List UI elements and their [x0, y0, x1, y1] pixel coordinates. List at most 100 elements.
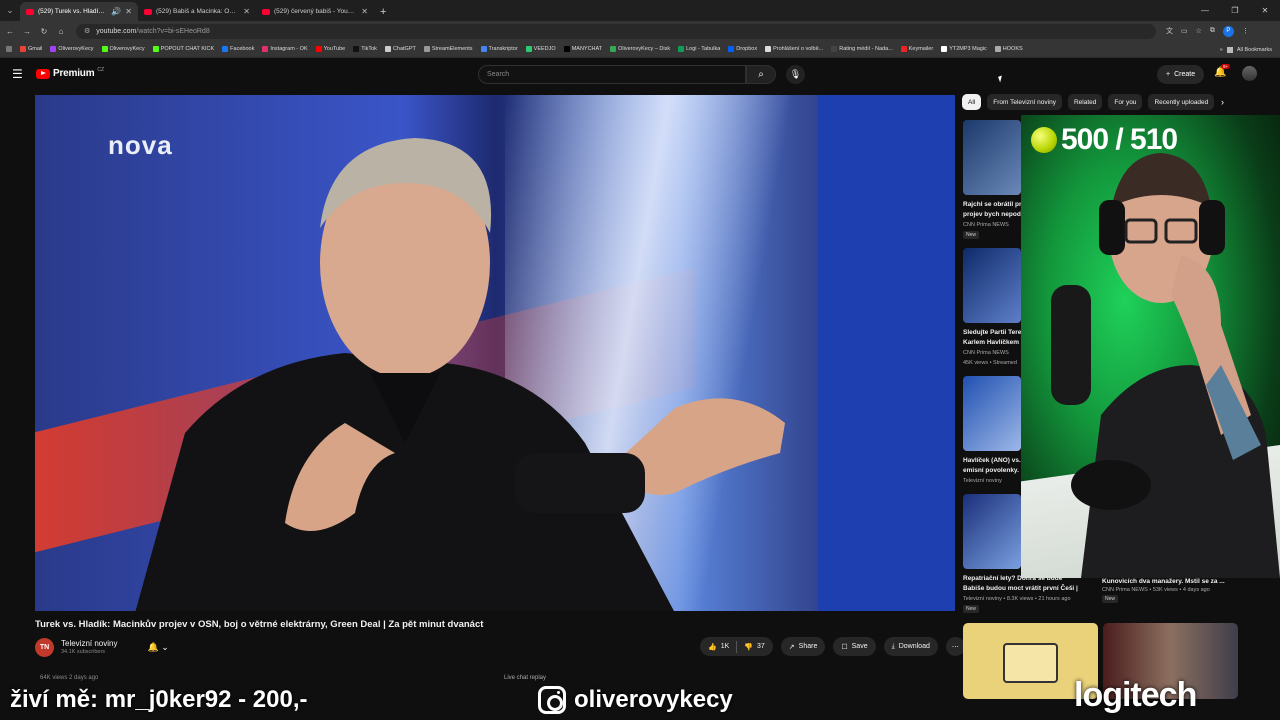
- minimize-icon[interactable]: —: [1190, 0, 1220, 21]
- bookmark-item[interactable]: ChatGPT: [384, 46, 416, 52]
- star-icon[interactable]: ☆: [1196, 27, 1202, 35]
- restore-icon[interactable]: ❐: [1220, 0, 1250, 21]
- bookmark-item[interactable]: Transkriptor: [480, 46, 518, 52]
- all-bookmarks[interactable]: » All Bookmarks: [1213, 41, 1272, 57]
- all-bookmarks-label: All Bookmarks: [1236, 46, 1272, 53]
- browser-tab-2[interactable]: (529) Babiš a Macinka: Opatřen ✕: [138, 2, 256, 21]
- rec-channel[interactable]: CNN Prima NEWS: [963, 350, 1009, 356]
- bookmark-item[interactable]: Gmail: [20, 46, 42, 52]
- bookmark-item[interactable]: HOOKS: [994, 46, 1023, 52]
- new-tab-icon[interactable]: +: [374, 2, 392, 21]
- bookmark-item[interactable]: Instagram - OK: [262, 46, 308, 52]
- chip-related[interactable]: Related: [1067, 94, 1103, 110]
- cast-icon[interactable]: ▭: [1181, 27, 1188, 35]
- bookmark-item[interactable]: POPOUT CHAT KICK: [152, 46, 214, 52]
- dislike-icon[interactable]: 👎: [744, 643, 753, 651]
- bookmark-label: OliverovyKecy: [109, 46, 145, 52]
- bookmark-item[interactable]: OliverovyKecy: [50, 46, 94, 52]
- youtube-logo[interactable]: Premium CZ: [36, 67, 104, 79]
- url-field[interactable]: ⚙ youtube.com/watch?v=bi-sEHeoRd8: [76, 23, 1156, 39]
- search-icon[interactable]: ⌕: [746, 65, 776, 84]
- like-icon[interactable]: 👍: [708, 643, 717, 651]
- apps-icon[interactable]: [6, 46, 12, 52]
- video-thumbnail[interactable]: [963, 120, 1021, 195]
- video-thumbnail[interactable]: [963, 494, 1021, 569]
- bookmark-label: MANYCHAT: [571, 46, 603, 52]
- bookmark-item[interactable]: MANYCHAT: [563, 46, 603, 52]
- rec-channel-name[interactable]: Televizní noviny: [963, 596, 1002, 602]
- video-player[interactable]: nova: [35, 95, 955, 611]
- browser-tab-3[interactable]: (529) červený babiš - YouTube ✕: [256, 2, 374, 21]
- extensions-icon[interactable]: ⧉: [1210, 27, 1215, 35]
- bookmark-item[interactable]: Prohlášení o volbě...: [765, 46, 823, 52]
- more-actions-icon[interactable]: ⋯: [945, 637, 965, 656]
- bookmark-item[interactable]: OliverovyKecy – Disk: [610, 46, 670, 52]
- bookmark-item[interactable]: Rating médií - Nada...: [831, 46, 893, 52]
- close-window-icon[interactable]: ✕: [1250, 0, 1280, 21]
- chip-for-you[interactable]: For you: [1108, 94, 1143, 110]
- chip-recently-uploaded[interactable]: Recently uploaded: [1148, 94, 1215, 110]
- rec-channel[interactable]: CNN Prima NEWS: [963, 222, 1009, 228]
- dislike-count[interactable]: 37: [757, 643, 765, 650]
- menu-kebab-icon[interactable]: ⋮: [1242, 27, 1249, 35]
- microphone-icon[interactable]: 🎙: [786, 65, 805, 84]
- channel-avatar[interactable]: TN: [35, 637, 54, 657]
- bookmark-item[interactable]: YouTube: [315, 46, 345, 52]
- bookmark-item[interactable]: Facebook: [222, 46, 254, 52]
- bookmark-label: Instagram - OK: [270, 46, 308, 52]
- account-avatar[interactable]: [1242, 66, 1257, 81]
- bookmark-label: Gmail: [28, 46, 43, 52]
- window-controls: — ❐ ✕: [1190, 0, 1280, 21]
- rec-meta: 45K views • Streamed: [963, 360, 1017, 366]
- tab-audio-icon[interactable]: 🔊: [111, 7, 121, 16]
- close-tab-icon[interactable]: ✕: [125, 7, 132, 16]
- bookmark-item[interactable]: YT2MP3 Magic: [941, 46, 987, 52]
- translate-icon[interactable]: 文: [1166, 26, 1173, 36]
- chevron-right-icon[interactable]: »: [1220, 47, 1223, 53]
- video-thumbnail[interactable]: [963, 248, 1021, 323]
- bookmark-item[interactable]: OliverovyKecy: [101, 46, 145, 52]
- chip-all[interactable]: All: [962, 94, 982, 110]
- youtube-favicon-icon: [26, 8, 34, 15]
- site-info-icon[interactable]: ⚙: [84, 27, 90, 35]
- rec-title-line: Rajchl se obrátil pr: [963, 201, 1022, 208]
- bookmark-item[interactable]: Dropbox: [728, 46, 757, 52]
- live-chat-replay[interactable]: Live chat replay: [504, 675, 546, 681]
- profile-avatar[interactable]: P: [1222, 25, 1234, 37]
- rec-channel[interactable]: CNN Prima NEWS: [1102, 587, 1148, 593]
- back-icon[interactable]: ←: [3, 27, 17, 36]
- home-icon[interactable]: ⌂: [54, 27, 68, 36]
- forward-icon[interactable]: →: [20, 27, 34, 36]
- save-button[interactable]: ☐ Save: [833, 637, 876, 656]
- subscribe-bell-icon[interactable]: 🔔 ⌄: [147, 642, 168, 653]
- notifications-icon[interactable]: 🔔 9+: [1214, 64, 1231, 78]
- bookmark-item[interactable]: Logi - Tabulka: [678, 46, 720, 52]
- rec-channel[interactable]: Televizní noviny: [963, 478, 1002, 484]
- chip-from-channel[interactable]: From Televizní noviny: [987, 94, 1062, 110]
- bookmark-item[interactable]: StreamElements: [423, 46, 473, 52]
- bookmark-label: VEEDJO: [533, 46, 556, 52]
- views-date[interactable]: 64K views 2 days ago: [40, 675, 98, 681]
- chevron-right-icon[interactable]: ›: [1221, 97, 1224, 107]
- bookmark-item[interactable]: VEEDJO: [525, 46, 556, 52]
- video-thumbnail[interactable]: [963, 376, 1021, 451]
- browser-tab-1[interactable]: (529) Turek vs. Hladík: Mac 🔊 ✕: [20, 2, 138, 21]
- share-button[interactable]: ↗ Share: [780, 637, 826, 656]
- channel-name[interactable]: Televizní noviny: [61, 639, 117, 648]
- close-tab-icon[interactable]: ✕: [361, 7, 368, 16]
- create-button[interactable]: + Create: [1157, 65, 1205, 84]
- like-count[interactable]: 1K: [721, 643, 730, 650]
- bookmark-item[interactable]: Keymailer: [900, 46, 933, 52]
- bookmark-item[interactable]: TikTok: [353, 46, 377, 52]
- close-tab-icon[interactable]: ✕: [243, 7, 250, 16]
- url-host: youtube.com: [96, 27, 137, 35]
- search-input[interactable]: Search: [478, 65, 746, 84]
- reload-icon[interactable]: ↻: [37, 27, 51, 36]
- tab-search-icon[interactable]: ⌄: [0, 0, 20, 21]
- hamburger-menu-icon[interactable]: ☰: [12, 67, 23, 81]
- rec-title: Kunovicích dva manažery. Mstil se za ...: [1102, 578, 1225, 585]
- recommendation-item-right[interactable]: Kunovicích dva manažery. Mstil se za ...…: [1102, 578, 1242, 603]
- download-button[interactable]: ⤓ Download: [883, 637, 938, 656]
- plus-icon: +: [1166, 71, 1171, 78]
- streamer-webcam: 500 / 510: [1021, 115, 1280, 578]
